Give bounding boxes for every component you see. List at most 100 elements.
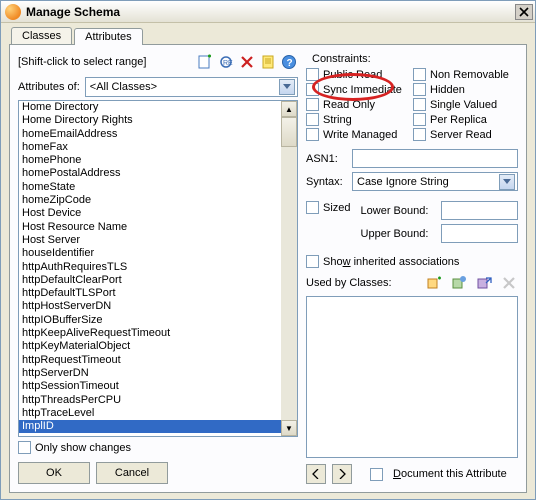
list-item[interactable]: Host Resource Name: [19, 221, 281, 234]
refresh-button[interactable]: RE: [217, 53, 235, 71]
list-item[interactable]: httpServerDN: [19, 367, 281, 380]
constraint-label: Hidden: [430, 84, 465, 96]
upper-bound-input[interactable]: [441, 224, 518, 243]
goto-class-icon: [476, 275, 492, 291]
scroll-down-button[interactable]: ▼: [281, 420, 297, 436]
list-item[interactable]: httpThreadsPerCPU: [19, 394, 281, 407]
scroll-up-button[interactable]: ▲: [281, 101, 297, 117]
list-item[interactable]: houseIdentifier: [19, 247, 281, 260]
sized-label: Sized: [323, 202, 351, 214]
chevron-right-icon: [338, 469, 346, 479]
list-item[interactable]: Host Device: [19, 207, 281, 220]
sized-row: Sized: [306, 201, 351, 214]
list-item[interactable]: httpKeyMaterialObject: [19, 340, 281, 353]
lower-bound-input[interactable]: [441, 201, 518, 220]
constraint-checkbox[interactable]: [413, 128, 426, 141]
attributes-of-combo[interactable]: <All Classes>: [85, 77, 298, 97]
asn1-row: ASN1:: [306, 149, 518, 168]
list-item[interactable]: homeState: [19, 181, 281, 194]
list-item[interactable]: homePostalAddress: [19, 167, 281, 180]
only-show-changes-checkbox[interactable]: [18, 441, 31, 454]
constraint-row: Sync Immediate: [306, 83, 411, 96]
constraint-checkbox[interactable]: [413, 83, 426, 96]
constraint-checkbox[interactable]: [306, 83, 319, 96]
close-button[interactable]: [515, 4, 533, 20]
constraint-row: Non Removable: [413, 68, 518, 81]
notes-icon: [260, 54, 276, 70]
titlebar: Manage Schema: [1, 1, 535, 23]
scroll-thumb[interactable]: [281, 117, 297, 147]
chevron-down-icon: [279, 79, 295, 95]
asn1-input[interactable]: [352, 149, 518, 168]
list-item[interactable]: ImplID: [19, 420, 281, 433]
add-class-icon: [426, 275, 442, 291]
list-item[interactable]: httpRequestTimeout: [19, 354, 281, 367]
constraint-row: Hidden: [413, 83, 518, 96]
list-item[interactable]: homeZipCode: [19, 194, 281, 207]
constraint-label: Read Only: [323, 99, 375, 111]
ok-button[interactable]: OK: [18, 462, 90, 484]
notes-button[interactable]: [259, 53, 277, 71]
remove-class-button[interactable]: [500, 274, 518, 292]
shift-click-hint: [Shift-click to select range]: [18, 56, 146, 68]
app-icon: [5, 4, 21, 20]
constraint-label: Sync Immediate: [323, 84, 402, 96]
list-item[interactable]: httpIOBufferSize: [19, 314, 281, 327]
constraint-checkbox[interactable]: [306, 68, 319, 81]
list-item[interactable]: httpTraceLevel: [19, 407, 281, 420]
attributes-of-label: Attributes of:: [18, 81, 80, 93]
attributes-listbox[interactable]: Home DirectoryHome Directory RightshomeE…: [18, 100, 298, 437]
list-item[interactable]: homeEmailAddress: [19, 128, 281, 141]
constraint-label: Non Removable: [430, 69, 509, 81]
sized-checkbox[interactable]: [306, 201, 319, 214]
constraint-checkbox[interactable]: [413, 113, 426, 126]
refresh-icon: RE: [218, 54, 234, 70]
list-item[interactable]: httpDefaultTLSPort: [19, 287, 281, 300]
constraint-checkbox[interactable]: [306, 128, 319, 141]
only-show-changes-label: Only show changes: [35, 442, 131, 454]
constraint-row: Write Managed: [306, 128, 411, 141]
constraint-label: Server Read: [430, 129, 492, 141]
list-item[interactable]: homePhone: [19, 154, 281, 167]
cancel-button[interactable]: Cancel: [96, 462, 168, 484]
tab-classes[interactable]: Classes: [11, 27, 72, 44]
tabs: Classes Attributes: [11, 27, 527, 44]
list-item[interactable]: httpDefaultClearPort: [19, 274, 281, 287]
list-item[interactable]: httpSessionTimeout: [19, 380, 281, 393]
only-show-changes-row: Only show changes: [18, 441, 298, 454]
class-props-button[interactable]: [450, 274, 468, 292]
list-item[interactable]: httpKeepAliveRequestTimeout: [19, 327, 281, 340]
help-button[interactable]: ?: [280, 53, 298, 71]
prev-button[interactable]: [306, 464, 326, 484]
constraint-label: Single Valued: [430, 99, 497, 111]
window-title: Manage Schema: [26, 5, 515, 19]
show-inherited-row: Show inherited associations: [306, 255, 518, 268]
constraint-checkbox[interactable]: [306, 113, 319, 126]
constraint-checkbox[interactable]: [413, 68, 426, 81]
used-by-row: Used by Classes:: [306, 274, 518, 292]
constraint-checkbox[interactable]: [306, 98, 319, 111]
vertical-scrollbar[interactable]: ▲ ▼: [281, 101, 297, 436]
list-item[interactable]: homeFax: [19, 141, 281, 154]
show-inherited-checkbox[interactable]: [306, 255, 319, 268]
lower-bound-label: Lower Bound:: [361, 205, 441, 217]
attributes-of-row: Attributes of: <All Classes>: [18, 77, 298, 97]
list-item[interactable]: httpAuthRequiresTLS: [19, 261, 281, 274]
manage-schema-window: Manage Schema Classes Attributes [Shift-…: [1, 1, 535, 499]
list-item[interactable]: Host Server: [19, 234, 281, 247]
list-item[interactable]: Home Directory Rights: [19, 114, 281, 127]
document-attr-checkbox[interactable]: [370, 468, 383, 481]
goto-class-button[interactable]: [475, 274, 493, 292]
close-icon: [516, 4, 532, 20]
used-by-listbox[interactable]: [306, 296, 518, 458]
add-class-button[interactable]: [425, 274, 443, 292]
syntax-combo[interactable]: Case Ignore String: [352, 172, 518, 191]
list-item[interactable]: Home Directory: [19, 101, 281, 114]
list-item[interactable]: httpHostServerDN: [19, 300, 281, 313]
next-button[interactable]: [332, 464, 352, 484]
add-attribute-button[interactable]: [196, 53, 214, 71]
tab-attributes[interactable]: Attributes: [74, 28, 142, 45]
constraint-row: Server Read: [413, 128, 518, 141]
delete-button[interactable]: [238, 53, 256, 71]
constraint-checkbox[interactable]: [413, 98, 426, 111]
